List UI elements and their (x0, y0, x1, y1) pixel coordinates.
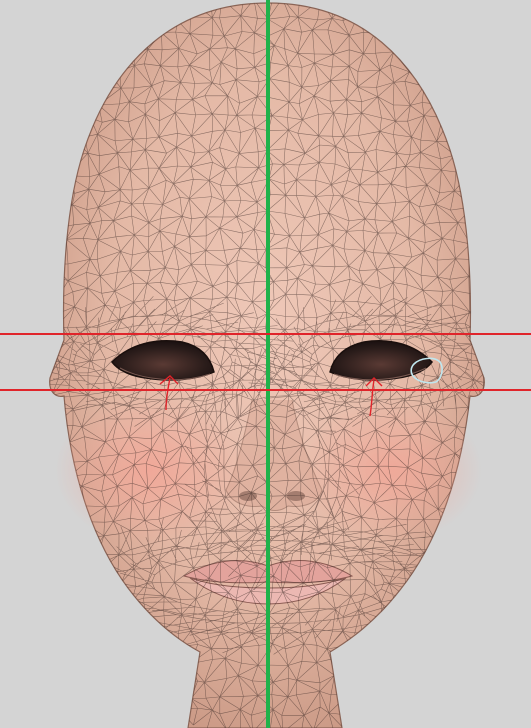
head-model (0, 0, 531, 728)
3d-viewport[interactable] (0, 0, 531, 728)
right-cheek-blush (302, 398, 482, 542)
